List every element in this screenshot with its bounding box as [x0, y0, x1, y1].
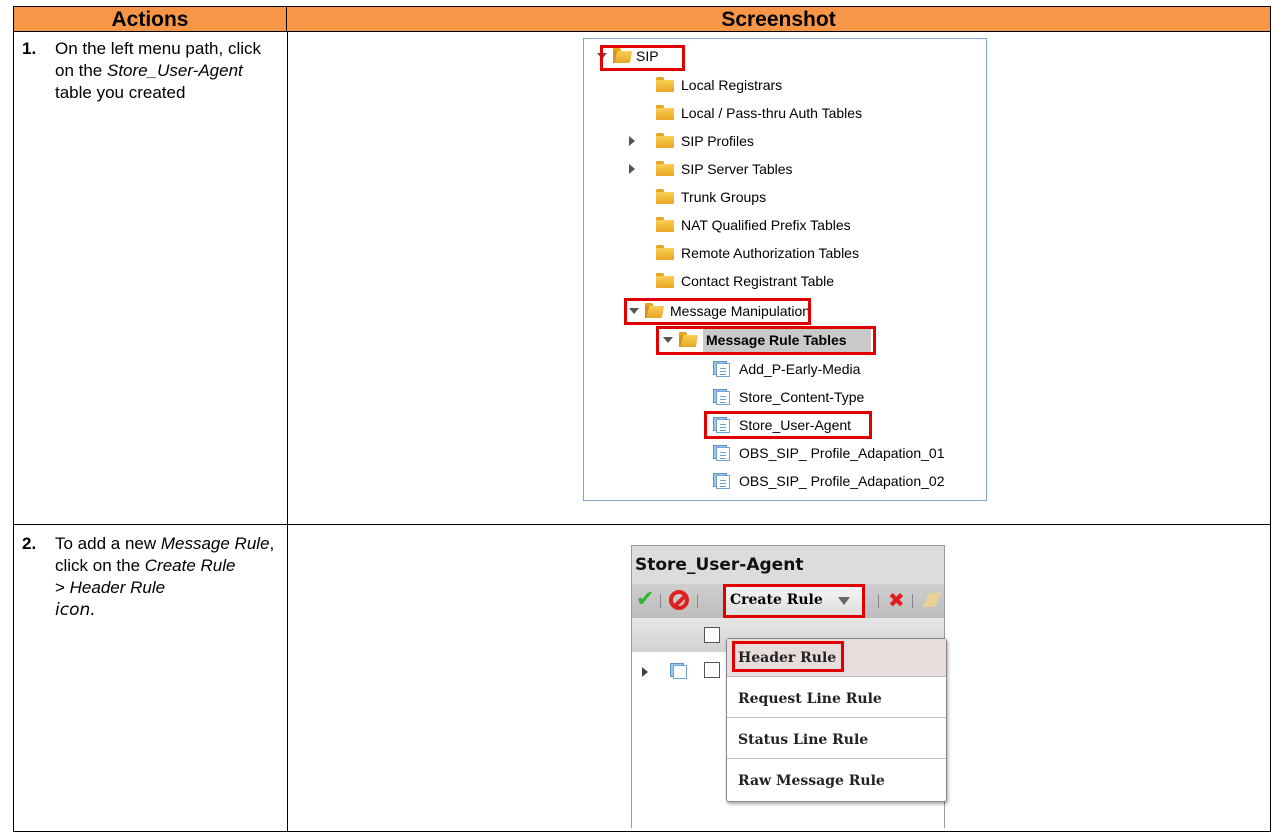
actions-header: Actions: [14, 7, 287, 32]
tree-label: SIP Server Tables: [681, 161, 793, 177]
step-text-italic: Message Rule: [160, 534, 270, 553]
tree-label: Trunk Groups: [681, 189, 767, 205]
menu-item-request-line-rule[interactable]: Request Line Rule: [727, 680, 946, 718]
tree-label: Remote Authorization Tables: [681, 245, 859, 261]
rule-table-screen: Store_User-Agent ✔ Create Rule ✖ Header …: [631, 545, 947, 829]
menu-item-raw-message-rule[interactable]: Raw Message Rule: [727, 762, 946, 800]
step-number: 2.: [22, 534, 37, 553]
step-text-part: >: [55, 578, 70, 597]
expand-right-icon[interactable]: [629, 136, 635, 146]
highlight-box: [624, 298, 811, 325]
delete-icon[interactable]: ✖: [888, 588, 905, 612]
column-divider: [287, 32, 288, 831]
folder-icon: [656, 273, 674, 288]
table-icon: [713, 445, 730, 461]
tree-label: Contact Registrant Table: [681, 273, 835, 289]
step-text-italic: Header Rule: [69, 578, 166, 597]
step-text: To add a new Message Rule, click on the …: [55, 533, 280, 621]
step-text-part: table you created: [55, 83, 186, 102]
tree-label: OBS_SIP_ Profile_Adapation_02: [739, 473, 945, 489]
menu-item-status-line-rule[interactable]: Status Line Rule: [727, 721, 946, 759]
folder-icon: [656, 161, 674, 176]
toolbar-separator: [912, 594, 913, 608]
table-icon: [713, 361, 730, 377]
cancel-icon[interactable]: [669, 590, 689, 610]
screenshot-header: Screenshot: [287, 7, 1270, 32]
row-checkbox[interactable]: [704, 662, 720, 678]
navigation-tree: SIP Local Registrars Local / Pass-thru A…: [583, 38, 987, 501]
toolbar: ✔ Create Rule ✖: [632, 584, 944, 618]
folder-icon: [656, 77, 674, 92]
tree-label: SIP Profiles: [681, 133, 754, 149]
tree-label: NAT Qualified Prefix Tables: [681, 217, 851, 233]
folder-icon: [656, 245, 674, 260]
highlight-box: [600, 45, 685, 71]
table-title: Store_User-Agent: [632, 546, 944, 584]
tree-label: Local Registrars: [681, 77, 783, 93]
step-text-italic: icon.: [55, 600, 96, 620]
step-text: On the left menu path, click on the Stor…: [55, 38, 280, 104]
step-number: 1.: [22, 39, 37, 58]
step-text-italic: Store_User-Agent: [107, 61, 243, 80]
row-divider: [14, 524, 1270, 525]
edit-icon[interactable]: [922, 593, 942, 607]
select-all-checkbox[interactable]: [704, 627, 720, 643]
toolbar-separator: [878, 594, 879, 608]
table-icon: [713, 473, 730, 489]
tree-label: OBS_SIP_ Profile_Adapation_01: [739, 445, 945, 461]
row-icon: [670, 663, 687, 679]
checkmark-icon[interactable]: ✔: [636, 587, 654, 612]
tree-label: Add_P-Early-Media: [739, 361, 861, 377]
create-rule-dropdown: Header Rule Request Line Rule Status Lin…: [726, 638, 947, 802]
highlight-box: [704, 411, 872, 439]
tree-label: Store_Content-Type: [739, 389, 865, 405]
table-icon: [713, 389, 730, 405]
folder-icon: [656, 105, 674, 120]
expand-right-icon[interactable]: [642, 667, 648, 677]
folder-icon: [656, 217, 674, 232]
step-text-italic: Create Rule: [144, 556, 236, 575]
highlight-box: [656, 326, 876, 355]
tree-label: Local / Pass-thru Auth Tables: [681, 105, 863, 121]
toolbar-separator: [660, 594, 661, 608]
folder-icon: [656, 133, 674, 148]
highlight-box: [723, 584, 865, 618]
step-text-part: To add a new: [55, 534, 161, 553]
highlight-box: [732, 641, 844, 672]
folder-icon: [656, 189, 674, 204]
expand-right-icon[interactable]: [629, 164, 635, 174]
toolbar-separator: [697, 594, 698, 608]
